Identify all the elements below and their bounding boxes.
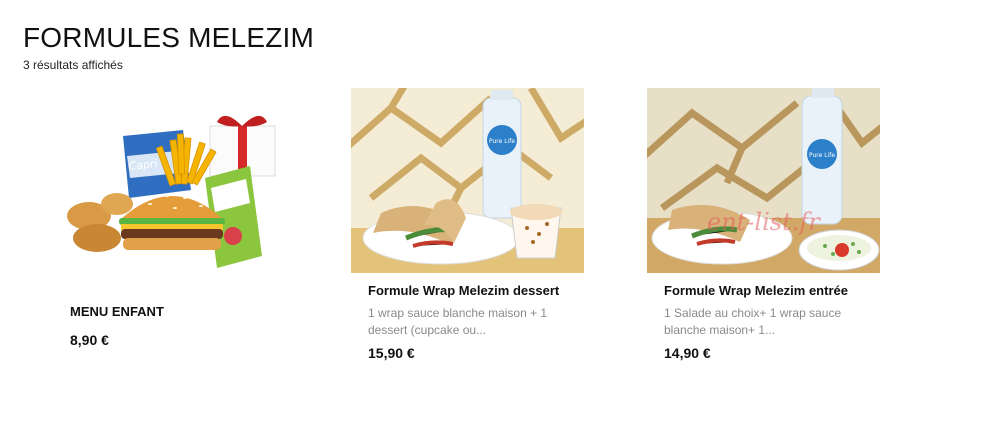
svg-text:Pure Life: Pure Life bbox=[489, 138, 515, 145]
svg-text:Pure Life: Pure Life bbox=[809, 152, 835, 159]
product-image[interactable]: Capri bbox=[55, 108, 288, 278]
results-count: 3 résultats affichés bbox=[23, 58, 123, 72]
product-image[interactable]: Pure Life bbox=[351, 88, 584, 273]
product-card[interactable]: Pure Life Formule Wrap Melezim dessert 1… bbox=[351, 88, 584, 361]
page-title: FORMULES MELEZIM bbox=[23, 22, 315, 53]
product-card[interactable]: Pure Life ent-list.fr Formule Wrap Melez… bbox=[647, 88, 880, 361]
product-name[interactable]: Formule Wrap Melezim entrée bbox=[664, 283, 880, 299]
product-price: 15,90 € bbox=[368, 345, 415, 361]
product-card[interactable]: Capri MENU ENFANT 8,90 € bbox=[55, 88, 290, 348]
watermark-text: ent-list.fr bbox=[707, 208, 820, 236]
product-name[interactable]: Formule Wrap Melezim dessert bbox=[368, 283, 584, 299]
product-description: 1 wrap sauce blanche maison + 1 dessert … bbox=[368, 306, 548, 337]
product-price: 8,90 € bbox=[70, 332, 109, 348]
product-image[interactable]: Pure Life ent-list.fr bbox=[647, 88, 880, 273]
product-description: 1 Salade au choix+ 1 wrap sauce blanche … bbox=[664, 306, 842, 337]
product-name[interactable]: MENU ENFANT bbox=[70, 304, 290, 320]
product-price: 14,90 € bbox=[664, 345, 711, 361]
